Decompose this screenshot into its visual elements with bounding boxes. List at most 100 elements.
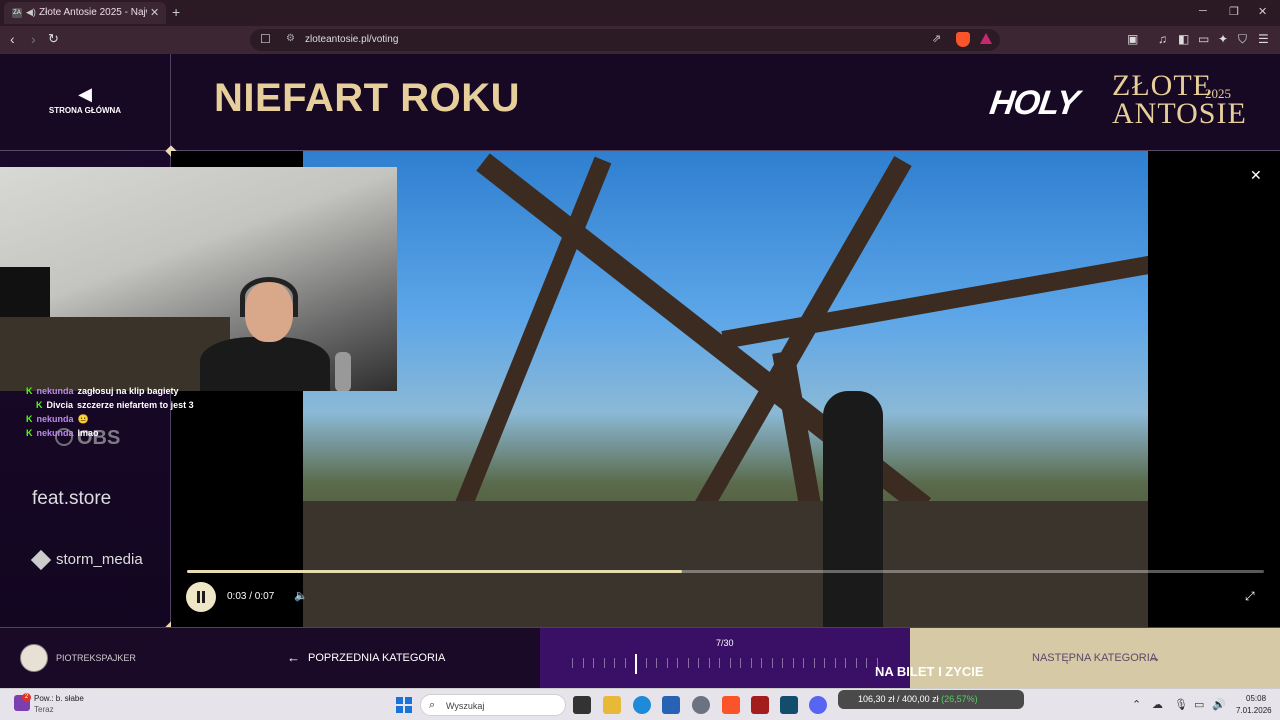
- bookmark-icon[interactable]: ☐: [260, 32, 271, 46]
- storm-media-logo: storm_media: [30, 549, 143, 571]
- weather-time: Teraz: [34, 705, 54, 714]
- discord-icon[interactable]: [809, 696, 827, 714]
- new-tab-icon[interactable]: +: [172, 4, 180, 20]
- chat-message: Knekunda zagłosuj na klip bagiety: [26, 386, 179, 396]
- page-header: ◀ STRONA GŁÓWNA NIEFART ROKU HOLY ZŁOTE …: [0, 54, 1280, 151]
- category-tick: [792, 658, 794, 668]
- arrow-left-icon: ◀: [78, 84, 92, 104]
- start-button[interactable]: [396, 697, 412, 713]
- weather-label: Pow.: b. słabe: [34, 694, 84, 703]
- category-tick: [656, 658, 657, 668]
- reload-icon[interactable]: ↻: [48, 31, 59, 47]
- forward-icon[interactable]: ›: [31, 31, 36, 47]
- leo-ai-icon[interactable]: ✦: [1218, 32, 1228, 46]
- search-placeholder: Wyszukaj: [446, 701, 485, 711]
- app-icon[interactable]: [780, 696, 798, 714]
- category-tick: [677, 658, 678, 668]
- category-tick: [624, 658, 626, 668]
- fullscreen-icon[interactable]: ⤢: [1245, 589, 1255, 604]
- avatar[interactable]: [20, 644, 48, 672]
- chat-overlay: Knekunda zagłosuj na klip bagiety K Divcia…: [0, 386, 300, 446]
- taskbar-search[interactable]: ⌕ Wyszukaj: [420, 694, 566, 716]
- taskview-icon[interactable]: [573, 696, 591, 714]
- webcam-overlay: [0, 167, 397, 391]
- category-tick: [813, 658, 815, 668]
- category-tick: [803, 658, 804, 668]
- category-tick: [750, 658, 752, 668]
- menu-icon[interactable]: ☰: [1258, 32, 1269, 46]
- file-explorer-icon[interactable]: [603, 696, 621, 714]
- browser-toolbar: ‹ › ↻ ☐ ⚙ zloteantosie.pl/voting ⇗ ▣ ♫ ◧…: [0, 26, 1280, 54]
- category-nav-bar: PIOTREKSPAJKER ← POPRZEDNIA KATEGORIA 7/…: [0, 627, 1280, 689]
- prev-category-button[interactable]: ← POPRZEDNIA KATEGORIA: [171, 628, 540, 689]
- feat-store-logo: feat.store: [32, 488, 112, 509]
- brave-rewards-icon[interactable]: [980, 33, 992, 44]
- worker: [823, 391, 883, 627]
- kick-icon: K: [26, 414, 33, 424]
- category-tick: [719, 658, 720, 668]
- category-tick: [603, 658, 605, 668]
- edge-icon[interactable]: [633, 696, 651, 714]
- notification-badge: 2: [22, 693, 31, 702]
- category-tick: [740, 658, 741, 668]
- search-icon: ⌕: [429, 699, 436, 711]
- category-tick: [645, 658, 647, 668]
- current-category-marker: [635, 654, 637, 674]
- arrow-left-icon: ←: [287, 650, 300, 665]
- brave-shields-icon[interactable]: [956, 32, 970, 47]
- restore-icon[interactable]: ❐: [1229, 5, 1239, 18]
- pause-button[interactable]: [186, 582, 216, 612]
- category-tick: [729, 658, 731, 668]
- sidebar-icon[interactable]: ◧: [1178, 32, 1189, 46]
- voting-page: ◀ STRONA GŁÓWNA NIEFART ROKU HOLY ZŁOTE …: [0, 54, 1280, 689]
- category-tick: [834, 658, 836, 668]
- close-window-icon[interactable]: ✕: [1258, 5, 1267, 18]
- windows-taskbar: 2 Pow.: b. słabe Teraz ⌕ Wyszukaj 106,30…: [0, 688, 1280, 720]
- onedrive-icon[interactable]: ☁: [1152, 698, 1163, 711]
- media-icon[interactable]: ♫: [1158, 32, 1167, 46]
- arrow-right-icon: →: [1148, 650, 1161, 665]
- holy-logo: HOLY: [987, 84, 1081, 122]
- brave-icon[interactable]: [722, 696, 740, 714]
- reader-icon[interactable]: ▣: [1127, 32, 1138, 46]
- category-tick: [782, 658, 783, 668]
- logo-line-2: ANTOSIE: [1112, 97, 1247, 130]
- back-icon[interactable]: ‹: [10, 31, 15, 47]
- url-text: zloteantosie.pl/voting: [305, 34, 399, 45]
- share-icon[interactable]: ⇗: [932, 32, 941, 45]
- address-bar[interactable]: ☐ ⚙ zloteantosie.pl/voting ⇗: [250, 29, 1000, 51]
- category-tick: [845, 658, 846, 668]
- price-widget[interactable]: 106,30 zł / 400,00 zł (26,57%): [838, 690, 1024, 709]
- kick-icon: K: [26, 428, 33, 438]
- site-favicon-icon: ZA: [12, 8, 22, 18]
- video-progress-bar[interactable]: [187, 570, 1264, 573]
- pause-icon: [197, 591, 200, 603]
- minimize-icon[interactable]: ─: [1199, 5, 1207, 17]
- username: PIOTREKSPAJKER: [56, 653, 136, 663]
- vpn-icon[interactable]: ⛉: [1238, 32, 1247, 47]
- next-category-button[interactable]: NASTĘPNA KATEGORIA →: [910, 628, 1280, 689]
- prev-category-label: POPRZEDNIA KATEGORIA: [308, 652, 446, 664]
- chat-message: Knekunda lmao: [26, 428, 99, 438]
- roof-beam: [721, 251, 1148, 349]
- video-frame[interactable]: [303, 151, 1148, 627]
- settings-icon[interactable]: [692, 696, 710, 714]
- tray-chevron-icon[interactable]: ⌃: [1132, 698, 1141, 711]
- category-tick: [698, 658, 699, 668]
- store-icon[interactable]: [662, 696, 680, 714]
- audio-playing-icon[interactable]: ◀): [26, 7, 36, 18]
- display-icon[interactable]: ▭: [1194, 698, 1204, 711]
- category-tick: [771, 658, 773, 668]
- microphone-icon[interactable]: 🎙: [1174, 698, 1188, 711]
- browser-tab[interactable]: ZA ◀) Złote Antosie 2025 - Największ ✕: [4, 2, 166, 24]
- close-tab-icon[interactable]: ✕: [150, 6, 159, 19]
- video-time: 0:03 / 0:07: [227, 591, 275, 602]
- site-info-icon[interactable]: ⚙: [286, 33, 295, 44]
- home-link[interactable]: ◀ STRONA GŁÓWNA: [40, 84, 130, 120]
- volume-icon[interactable]: 🔊: [1212, 698, 1226, 711]
- wallet-icon[interactable]: ▭: [1198, 32, 1209, 46]
- browser-tab-bar: ZA ◀) Złote Antosie 2025 - Największ ✕ +…: [0, 0, 1280, 26]
- app-icon[interactable]: [751, 696, 769, 714]
- volume-icon[interactable]: 🔈: [294, 589, 308, 602]
- close-video-icon[interactable]: ✕: [1250, 167, 1262, 184]
